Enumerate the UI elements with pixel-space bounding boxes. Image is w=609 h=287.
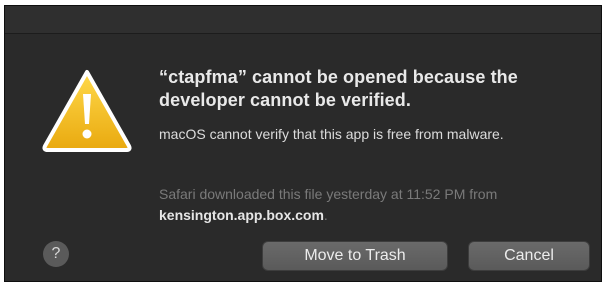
dialog-title: “ctapfma” cannot be opened because the d… [159,67,518,110]
warning-icon [42,70,132,152]
move-to-trash-button[interactable]: Move to Trash [262,241,448,271]
help-button[interactable]: ? [43,241,69,267]
download-source-host-name: kensington.app.box.com [159,207,324,223]
cancel-button[interactable]: Cancel [468,241,590,271]
dialog-message: macOS cannot verify that this app is fre… [159,126,504,142]
download-source-host: kensington.app.box.com. [159,205,328,225]
download-source-period: . [323,207,328,223]
dialog-titlebar [5,6,601,34]
screenshot-frame: “ctapfma” cannot be opened because the d… [0,0,609,287]
security-alert-dialog: “ctapfma” cannot be opened because the d… [4,5,602,282]
download-source-text: Safari downloaded this file yesterday at… [159,186,498,202]
